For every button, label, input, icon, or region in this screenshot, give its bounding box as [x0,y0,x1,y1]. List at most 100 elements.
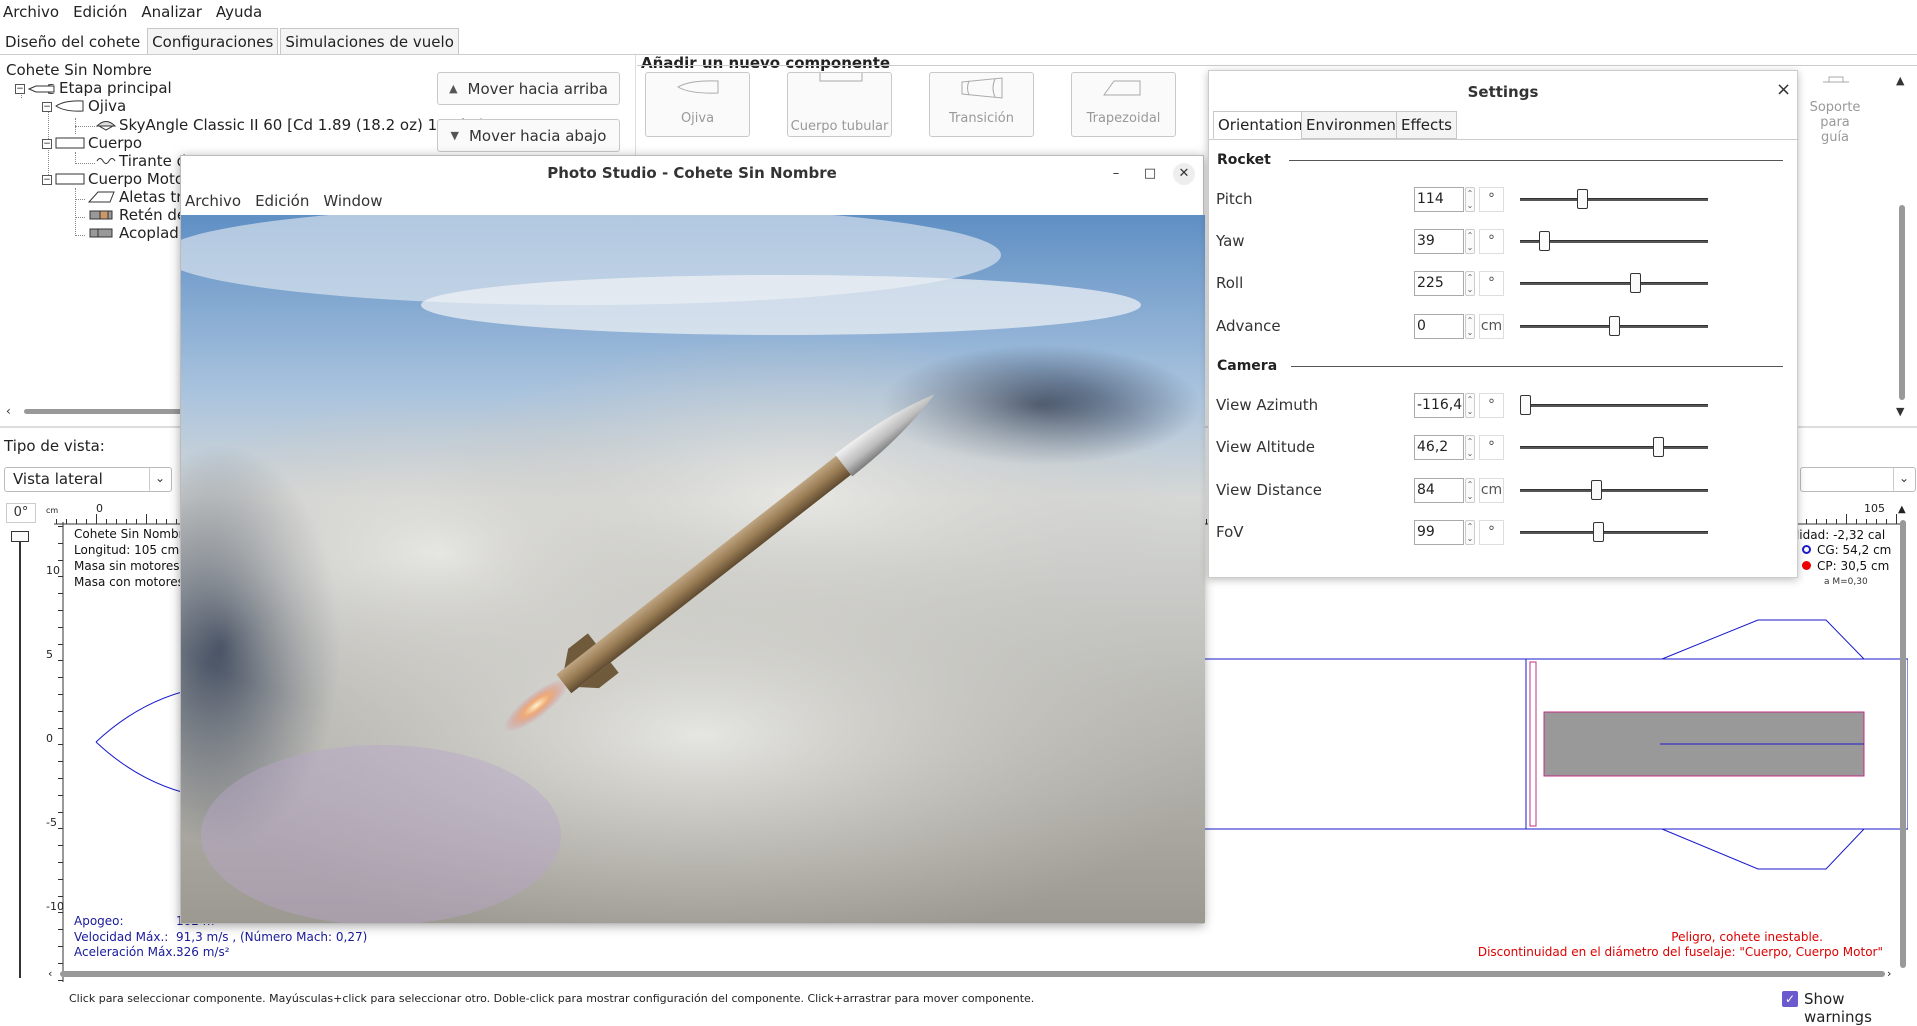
close-icon[interactable]: ✕ [1173,163,1195,185]
add-railbutton-label: Soporte para guía [1809,100,1861,145]
spinner-icon[interactable]: ⌃ ⌄ [1465,478,1475,503]
settings-title: Settings [1467,83,1539,101]
scroll-down-icon[interactable]: ▼ [1896,405,1904,418]
tree-motorbody-label: Cuerpo Moto [88,170,185,188]
photo-studio-window: Photo Studio - Cohete Sin Nombre – □ ✕ A… [180,155,1205,924]
ps-menu-archivo[interactable]: Archivo [185,192,241,210]
vmax-label: Velocidad Máx.: [74,930,169,944]
param-input[interactable]: 39 [1414,229,1464,254]
scroll-up-icon[interactable]: ▲ [1896,74,1904,87]
add-nosecone-button[interactable]: Ojiva [645,72,750,137]
param-slider-knob[interactable] [1630,273,1641,293]
figure-vscroll-thumb[interactable] [1900,520,1906,968]
tab-orientation[interactable]: Orientation [1213,111,1308,139]
param-input[interactable]: 114 [1414,187,1464,212]
tree-root[interactable]: Cohete Sin Nombre [6,61,152,79]
spinner-icon[interactable]: ⌃ ⌄ [1465,520,1475,545]
menu-ayuda[interactable]: Ayuda [213,3,265,21]
rocket-section-title: Rocket [1217,152,1271,168]
tree-motorbody[interactable]: − Cuerpo Moto [42,170,184,189]
collapse-icon[interactable]: − [42,101,52,112]
param-slider-track[interactable] [1520,446,1708,449]
add-panel-vscroll-thumb[interactable] [1899,205,1905,400]
settings-close-icon[interactable]: × [1776,79,1791,100]
param-slider-track[interactable] [1520,531,1708,534]
spinner-icon[interactable]: ⌃ ⌄ [1465,187,1475,212]
settings-window: Settings × Orientation Environment Effec… [1208,70,1799,578]
move-down-button[interactable]: ▼ Mover hacia abajo [437,119,620,152]
tab-environment[interactable]: Environment [1301,111,1407,139]
nosecone-icon [677,80,719,94]
figure-scroll-left-icon[interactable]: ‹ [48,967,52,980]
tree-body[interactable]: − Cuerpo [42,134,142,153]
collapse-icon[interactable]: − [42,174,52,185]
param-input[interactable]: 99 [1414,520,1464,545]
collapse-icon[interactable]: − [42,138,52,149]
add-trapezoidal-fins-button[interactable]: Trapezoidal [1071,72,1176,137]
tree-stage[interactable]: − Etapa principal [15,79,172,98]
param-input[interactable]: 0 [1414,314,1464,339]
figure-scroll-right-icon[interactable]: › [1887,967,1891,980]
param-slider-track[interactable] [1520,404,1708,407]
menu-edicion[interactable]: Edición [70,3,130,21]
ps-menu-edicion[interactable]: Edición [255,192,309,210]
rocket-render-canvas[interactable] [181,215,1205,923]
move-down-label: Mover hacia abajo [468,126,607,145]
param-unit: ° [1479,393,1504,418]
tab-effects[interactable]: Effects [1396,111,1457,139]
spinner-icon[interactable]: ⌃ ⌄ [1465,314,1475,339]
view-type-select[interactable]: Vista lateral ⌄ [4,467,172,492]
stage-select[interactable]: ⌄ [1800,467,1916,492]
tab-configuraciones[interactable]: Configuraciones [147,28,279,54]
tree-fins[interactable]: Aletas tr [87,188,182,207]
param-slider-track[interactable] [1520,198,1708,201]
add-transition-button[interactable]: Transición [929,72,1034,137]
tree-parachute[interactable]: SkyAngle Classic II 60 [Cd 1.89 (18.2 oz… [95,116,487,135]
stage-icon [27,80,56,98]
param-slider-knob[interactable] [1653,437,1664,457]
move-up-button[interactable]: ▲ Mover hacia arriba [437,72,620,105]
param-input[interactable]: -116,4 [1414,393,1464,418]
add-railbutton-button[interactable]: Soporte para guía [1805,72,1865,145]
param-input[interactable]: 46,2 [1414,435,1464,460]
param-slider-track[interactable] [1520,489,1708,492]
add-transition-label: Transición [949,111,1014,126]
tab-diseno[interactable]: Diseño del cohete [0,28,146,54]
collapse-icon[interactable]: − [15,83,25,94]
tree-retainer[interactable]: Retén de [88,206,186,225]
railbutton-icon [1823,76,1849,83]
param-slider-knob[interactable] [1520,395,1531,415]
spinner-icon[interactable]: ⌃ ⌄ [1465,393,1475,418]
param-slider-knob[interactable] [1539,231,1550,251]
spinner-icon[interactable]: ⌃ ⌄ [1465,435,1475,460]
param-input[interactable]: 225 [1414,271,1464,296]
figure-hscroll-thumb[interactable] [60,971,1885,977]
rotation-slider-track[interactable] [19,533,21,978]
tree-coupler[interactable]: Acoplad [88,224,179,243]
param-slider-track[interactable] [1520,282,1708,285]
param-unit: ° [1479,271,1504,296]
tree-shockcord[interactable]: Tirante d [96,152,186,171]
param-input[interactable]: 84 [1414,478,1464,503]
rotation-slider-knob[interactable] [11,531,29,542]
rotation-angle-field[interactable]: 0° [6,503,36,523]
tree-hscroll-thumb[interactable] [24,409,184,414]
ps-menu-window[interactable]: Window [323,192,382,210]
spinner-icon[interactable]: ⌃ ⌄ [1465,271,1475,296]
param-slider-knob[interactable] [1591,480,1602,500]
scroll-left-icon[interactable]: ‹ [6,405,18,417]
spinner-icon[interactable]: ⌃ ⌄ [1465,229,1475,254]
add-bodytube-button[interactable]: Cuerpo tubular [787,72,892,137]
maximize-icon[interactable]: □ [1139,163,1161,185]
menu-analizar[interactable]: Analizar [138,3,205,21]
menu-archivo[interactable]: Archivo [0,3,62,21]
minimize-icon[interactable]: – [1105,163,1127,185]
figure-scroll-up-icon[interactable]: ▲ [1898,504,1906,515]
param-slider-knob[interactable] [1577,189,1588,209]
show-warnings-checkbox[interactable]: ✓ [1782,991,1798,1007]
param-slider-knob[interactable] [1593,522,1604,542]
tab-simulaciones[interactable]: Simulaciones de vuelo [280,28,459,54]
param-slider-knob[interactable] [1609,316,1620,336]
vmax-value: 91,3 m/s , (Número Mach: 0,27) [176,930,368,944]
tree-nose[interactable]: − Ojiva [42,97,126,116]
